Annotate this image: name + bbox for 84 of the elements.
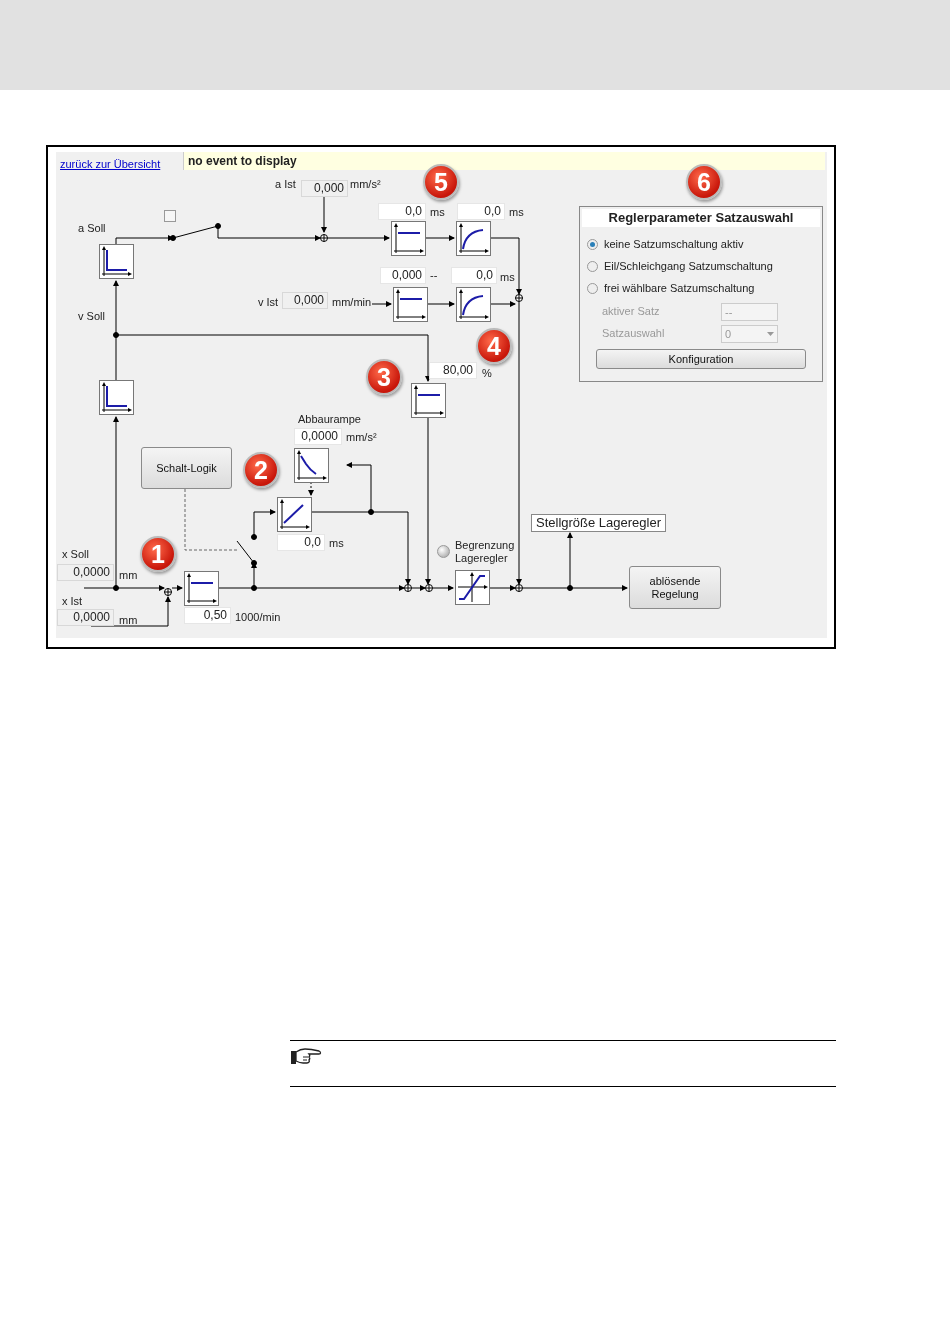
step-graph-icon	[393, 287, 428, 322]
unit-label: ms	[430, 205, 445, 219]
control-line	[184, 488, 238, 551]
input-field[interactable]: 0,0000	[294, 428, 342, 445]
signal-line	[424, 235, 455, 241]
field-label: x Ist	[62, 594, 83, 608]
junction-dot	[215, 223, 221, 229]
junction-dot	[113, 332, 119, 338]
field-label: a Ist	[275, 177, 296, 191]
limit-label: Begrenzung Lageregler	[455, 539, 515, 565]
radio-button[interactable]	[587, 260, 598, 272]
junction-dot	[113, 585, 119, 591]
summing-junction-icon	[404, 584, 412, 592]
radio-button[interactable]	[587, 282, 598, 294]
input-field[interactable]: 0,0	[457, 203, 505, 220]
setpoint-graph-icon	[99, 244, 134, 279]
handover-button[interactable]: ablösende Regelung	[629, 566, 721, 609]
junction-dot	[251, 585, 257, 591]
option-label[interactable]: keine Satzumschaltung aktiv	[604, 237, 744, 251]
input-field[interactable]: 80,00	[429, 362, 477, 379]
signal-line	[308, 481, 314, 496]
input-field[interactable]: 0,0	[378, 203, 426, 220]
unit-label: mm	[119, 613, 138, 627]
summing-junction-icon	[515, 294, 523, 302]
signal-label: a Soll	[78, 221, 106, 235]
unit-label: mm/min	[332, 295, 372, 309]
junction-dot	[251, 534, 257, 540]
unit-label: mm/s²	[350, 177, 381, 191]
logic-button[interactable]: Schalt-Logik	[141, 447, 232, 489]
limiter-graph-icon	[455, 570, 490, 605]
ramp-down-graph-icon	[294, 448, 329, 483]
option-label[interactable]: frei wählbare Satzumschaltung	[604, 281, 755, 295]
step-graph-icon	[184, 571, 219, 606]
configuration-button[interactable]: Konfiguration	[596, 349, 806, 369]
summing-junction-icon	[164, 588, 172, 596]
value-display: 0,000	[282, 292, 328, 309]
checkbox[interactable]	[164, 210, 176, 222]
junction-dot	[170, 235, 176, 241]
signal-label: v Soll	[78, 309, 105, 323]
field-label: aktiver Satz	[602, 304, 660, 319]
filter-graph-icon	[456, 287, 491, 322]
field-label: v Ist	[258, 295, 279, 309]
panel-title: Reglerparameter Satzauswahl	[582, 209, 820, 227]
filter-graph-icon	[456, 221, 491, 256]
unit-label: %	[482, 366, 492, 380]
unit-label: mm/s²	[346, 430, 377, 444]
caret-icon	[767, 332, 774, 336]
signal-line	[327, 235, 390, 241]
field-label: Abbaurampe	[298, 412, 361, 426]
option-label[interactable]: Eil/Schleichgang Satzumschaltung	[604, 259, 773, 273]
value-display: 0,0000	[57, 609, 114, 626]
step-graph-icon	[411, 383, 446, 418]
setpoint-graph-icon	[99, 380, 134, 415]
junction-dot	[368, 509, 374, 515]
back-link[interactable]: zurück zur Übersicht	[60, 157, 161, 171]
event-message: no event to display	[183, 152, 825, 170]
value-display: 0,0000	[57, 564, 114, 581]
unit-label: --	[430, 268, 438, 282]
unit-label: mm	[119, 568, 138, 582]
unit-label: ms	[329, 536, 344, 550]
output-label: Stellgröße Lageregler	[531, 514, 667, 532]
summing-junction-icon	[320, 234, 328, 242]
field-label: x Soll	[62, 547, 89, 561]
junction-dot	[251, 560, 257, 566]
summing-junction-icon	[425, 584, 433, 592]
ramp-graph-icon	[277, 497, 312, 532]
unit-label: 1000/min	[235, 610, 281, 624]
junction-dot	[567, 585, 573, 591]
unit-label: ms	[500, 270, 515, 284]
switch-lever	[236, 540, 255, 564]
input-field[interactable]: 0,50	[184, 607, 231, 624]
step-graph-icon	[391, 221, 426, 256]
input-field[interactable]: 0,0	[277, 534, 325, 551]
radio-button[interactable]	[587, 238, 598, 250]
input-field[interactable]: 0,0	[451, 267, 497, 284]
signal-line	[171, 585, 183, 591]
value-display: 0,000	[301, 180, 348, 197]
signal-line	[371, 301, 392, 307]
input-field[interactable]: 0,000	[380, 267, 426, 284]
pointing-hand-icon	[290, 1047, 322, 1067]
signal-line	[426, 301, 455, 307]
summing-junction-icon	[515, 584, 523, 592]
unit-label: ms	[509, 205, 524, 219]
field-label: Satzauswahl	[602, 326, 665, 341]
